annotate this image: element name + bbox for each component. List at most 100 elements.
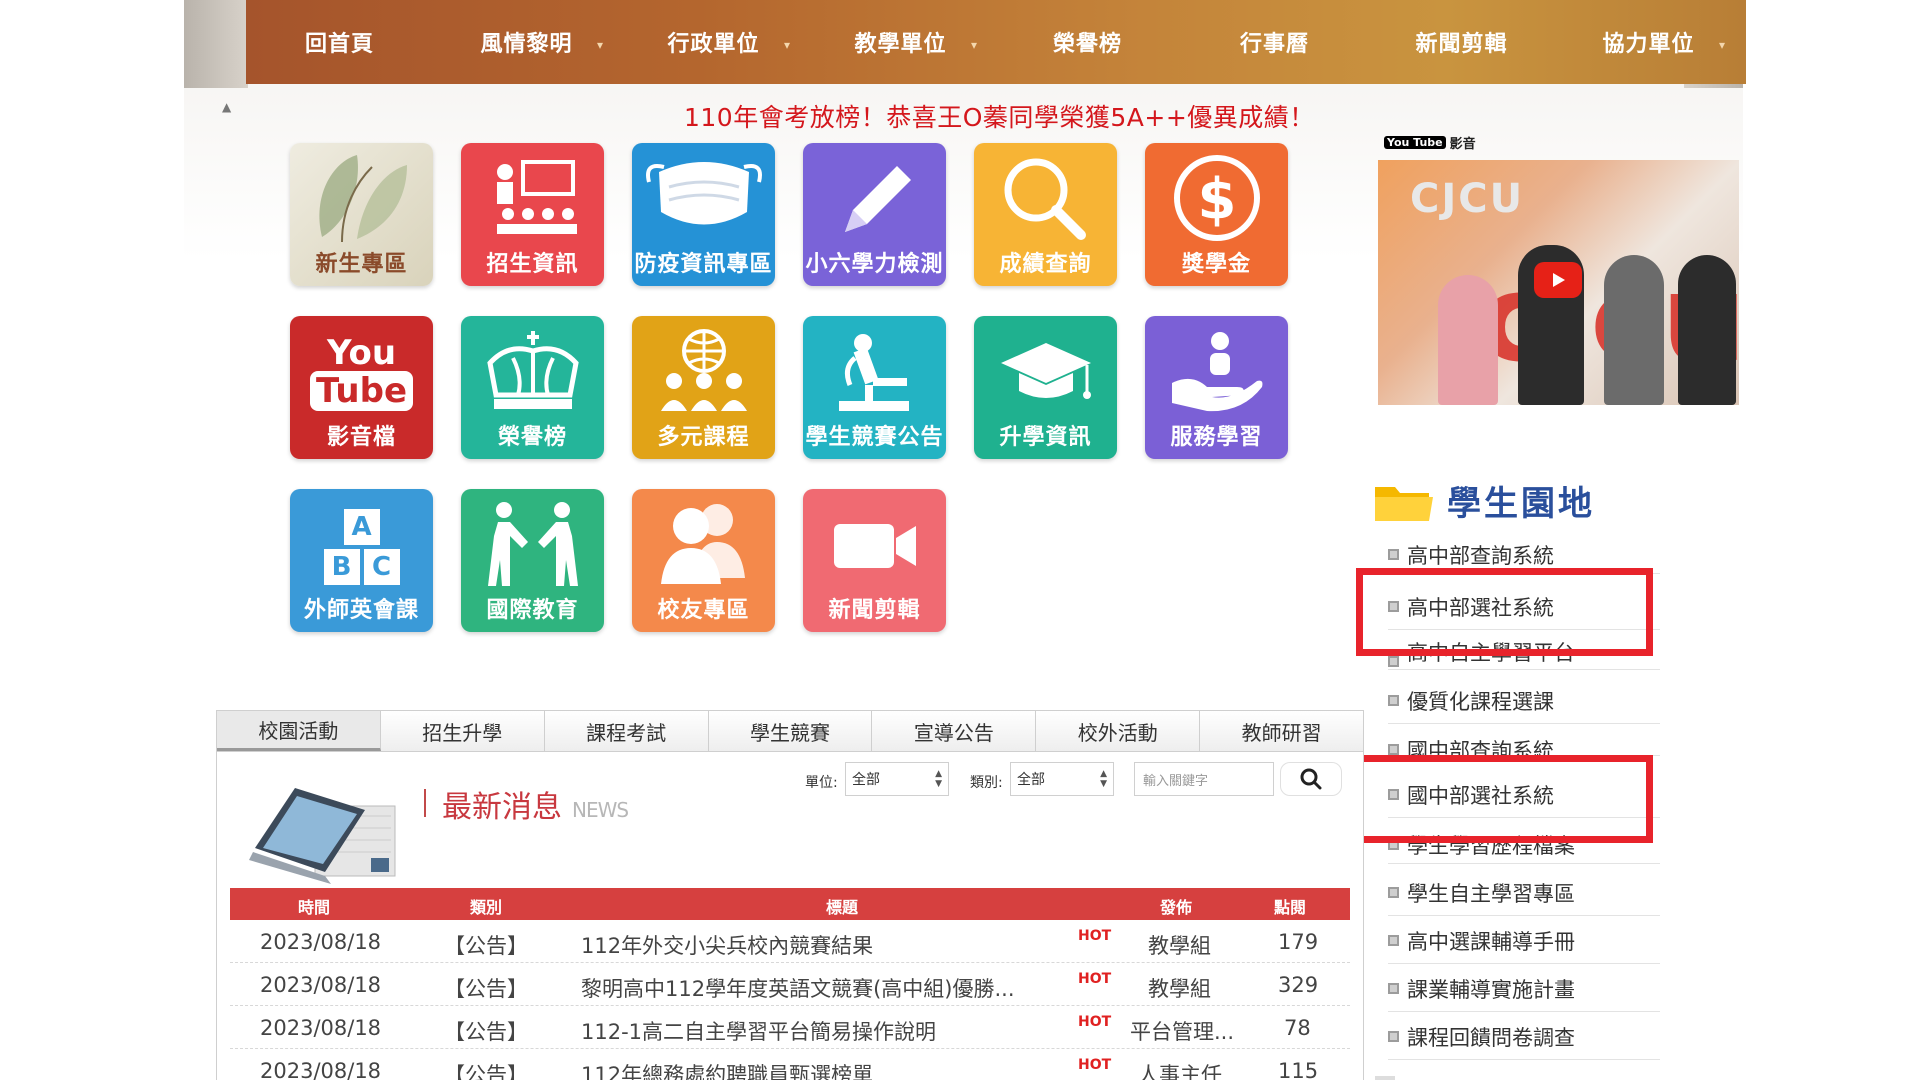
microscope-icon xyxy=(803,316,946,424)
title-divider xyxy=(424,789,426,817)
frame-edge-left xyxy=(184,0,248,88)
nav-item-honor-roll[interactable]: 榮譽榜 xyxy=(994,0,1181,84)
highlight-box xyxy=(1356,755,1653,843)
abc-blocks-icon: A BC xyxy=(290,489,433,597)
search-placeholder: 輸入關鍵字 xyxy=(1143,773,1209,789)
bullet-icon xyxy=(1388,744,1399,755)
youtube-video-thumbnail[interactable]: cjcu CJCU xyxy=(1378,160,1739,405)
sidebar-link-feedback-survey[interactable]: 課程回饋問卷調查 xyxy=(1388,1014,1660,1060)
sidebar-link-self-learning-zone[interactable]: 學生自主學習專區 xyxy=(1388,870,1660,916)
category-filter-select[interactable]: 全部 ▲ ▼ xyxy=(1010,762,1114,796)
tile-new-students[interactable]: 新生專區 xyxy=(290,143,433,286)
news-search-input[interactable]: 輸入關鍵字 xyxy=(1134,762,1274,796)
scroll-up-icon[interactable]: ▲ xyxy=(222,100,231,114)
tab-external-activities[interactable]: 校外活動 xyxy=(1036,711,1201,751)
video-camera-icon xyxy=(803,489,946,597)
table-row[interactable]: 2023/08/18 【公告】 112年外交小尖兵校內競賽結果 HOT 教學組 … xyxy=(230,920,1350,963)
nav-label: 教學單位 xyxy=(854,32,947,57)
tile-service-learning[interactable]: 服務學習 xyxy=(1145,316,1288,459)
sidebar-link-label: 優質化課程選課 xyxy=(1407,689,1554,714)
tab-courses-exams[interactable]: 課程考試 xyxy=(544,711,709,751)
tile-foreign-teacher-english[interactable]: A BC 外師英會課 xyxy=(290,489,433,632)
tile-grade-query[interactable]: 成績查詢 xyxy=(974,143,1117,286)
youtube-widget-header: You Tube 影音 xyxy=(1384,133,1476,152)
search-icon xyxy=(1300,768,1322,790)
row-date: 2023/08/18 xyxy=(260,973,382,997)
row-date: 2023/08/18 xyxy=(260,1016,382,1040)
nav-label: 協力單位 xyxy=(1602,32,1695,57)
row-category: 【公告】 xyxy=(444,977,528,1001)
tile-international-education[interactable]: 國際教育 xyxy=(461,489,604,632)
row-views: 329 xyxy=(1278,973,1319,997)
sidebar-link-tutoring-plan[interactable]: 課業輔導實施計畫 xyxy=(1388,966,1660,1012)
nav-item-admin-units[interactable]: 行政單位 ▾ xyxy=(620,0,807,84)
tile-label: 成績查詢 xyxy=(999,252,1092,277)
unit-filter-select[interactable]: 全部 ▲ ▼ xyxy=(845,762,949,796)
bullet-icon xyxy=(1388,935,1399,946)
nav-item-teaching-units[interactable]: 教學單位 ▾ xyxy=(807,0,994,84)
play-icon[interactable] xyxy=(1534,262,1582,298)
tile-label: 服務學習 xyxy=(1170,425,1263,450)
tile-admissions-info[interactable]: 招生資訊 xyxy=(461,143,604,286)
video-person xyxy=(1604,255,1664,405)
table-row[interactable]: 2023/08/18 【公告】 112年總務處約聘職員甄選榜單 HOT 人事主任… xyxy=(230,1049,1350,1080)
sidebar-link-quality-course-selection[interactable]: 優質化課程選課 xyxy=(1388,678,1660,724)
nav-item-news-clips[interactable]: 新聞剪輯 xyxy=(1368,0,1555,84)
nav-item-partners[interactable]: 協力單位 ▾ xyxy=(1555,0,1742,84)
search-button[interactable] xyxy=(1280,762,1342,796)
tab-campus-activities[interactable]: 校園活動 xyxy=(217,711,381,751)
column-header-date: 時間 xyxy=(298,898,331,917)
tile-diverse-courses[interactable]: 多元課程 xyxy=(632,316,775,459)
tile-label: 多元課程 xyxy=(657,425,750,450)
video-person xyxy=(1678,255,1736,405)
bullet-icon xyxy=(1388,983,1399,994)
tile-epidemic-info[interactable]: 防疫資訊專區 xyxy=(632,143,775,286)
sidebar-link-jhs-query[interactable]: 國中部查詢系統 xyxy=(1388,726,1660,756)
tile-label: 榮譽榜 xyxy=(497,425,567,450)
bullet-icon xyxy=(1388,887,1399,898)
table-row[interactable]: 2023/08/18 【公告】 黎明高中112學年度英語文競賽(高中組)優勝..… xyxy=(230,963,1350,1006)
nav-item-school-style[interactable]: 風情黎明 ▾ xyxy=(433,0,620,84)
tile-video-archive[interactable]: You Tube 影音檔 xyxy=(290,316,433,459)
row-publisher: 人事主任 xyxy=(1138,1063,1222,1080)
column-header-views: 點閱 xyxy=(1274,898,1307,917)
category-filter-value: 全部 xyxy=(1017,772,1045,788)
globe-people-icon xyxy=(632,316,775,424)
tile-grade6-test[interactable]: 小六學力檢測 xyxy=(803,143,946,286)
tile-label: 國際教育 xyxy=(486,598,579,623)
svg-text:$: $ xyxy=(1197,167,1236,232)
nav-item-calendar[interactable]: 行事曆 xyxy=(1181,0,1368,84)
nav-item-home[interactable]: 回首頁 xyxy=(246,0,433,84)
tab-admissions[interactable]: 招生升學 xyxy=(380,711,545,751)
table-row[interactable]: 2023/08/18 【公告】 112-1高二自主學習平台簡易操作說明 HOT … xyxy=(230,1006,1350,1049)
tile-alumni[interactable]: 校友專區 xyxy=(632,489,775,632)
tile-news-clips[interactable]: 新聞剪輯 xyxy=(803,489,946,632)
tab-competitions[interactable]: 學生競賽 xyxy=(708,711,873,751)
unit-filter-label: 單位: xyxy=(805,775,838,791)
tab-teacher-training[interactable]: 教師研習 xyxy=(1200,711,1364,751)
row-title-link[interactable]: 112-1高二自主學習平台簡易操作說明 xyxy=(581,1016,936,1046)
tile-scholarship[interactable]: $ 獎學金 xyxy=(1145,143,1288,286)
youtube-icon: You Tube xyxy=(290,316,433,424)
youtube-logo-text: Tube xyxy=(309,371,414,411)
tile-honor-roll[interactable]: 榮譽榜 xyxy=(461,316,604,459)
magnifier-icon xyxy=(974,143,1117,251)
row-views: 115 xyxy=(1278,1059,1319,1080)
row-publisher: 教學組 xyxy=(1148,977,1211,1001)
nav-label: 新聞剪輯 xyxy=(1415,32,1508,57)
page: 回首頁 風情黎明 ▾ 行政單位 ▾ 教學單位 ▾ 榮譽榜 行事曆 新聞剪輯 協力單位 ▾… xyxy=(0,0,1920,1080)
tile-label: 升學資訊 xyxy=(999,425,1092,450)
sidebar-link-course-guide[interactable]: 高中選課輔導手冊 xyxy=(1388,918,1660,964)
divider xyxy=(1375,1076,1395,1080)
marquee-announcement[interactable]: 110年會考放榜！恭喜王O蓁同學榮獲5A++優異成績！ xyxy=(684,98,1315,134)
news-section-title: 最新消息 NEWS xyxy=(424,782,629,826)
sidebar-link-label: 課程回饋問卷調查 xyxy=(1407,1025,1575,1050)
row-title-link[interactable]: 112年外交小尖兵校內競賽結果 xyxy=(581,930,873,960)
row-category: 【公告】 xyxy=(444,934,528,958)
tile-student-competitions[interactable]: 學生競賽公告 xyxy=(803,316,946,459)
tile-further-education[interactable]: 升學資訊 xyxy=(974,316,1117,459)
row-title-link[interactable]: 112年總務處約聘職員甄選榜單 xyxy=(581,1059,873,1080)
row-title-link[interactable]: 黎明高中112學年度英語文競賽(高中組)優勝... xyxy=(581,973,1015,1003)
tab-announcements[interactable]: 宣導公告 xyxy=(872,711,1037,751)
sidebar-link-label: 國中部查詢系統 xyxy=(1407,739,1554,756)
